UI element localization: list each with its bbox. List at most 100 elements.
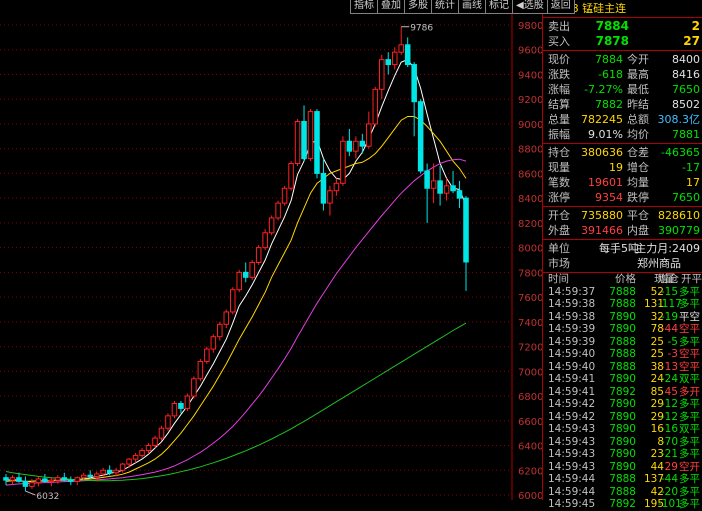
sell-price: 7884 (595, 19, 629, 33)
tick-header-cell: 时间 (548, 273, 569, 285)
tick-open-interest-change: -12 (660, 410, 678, 423)
tick-open-interest-change: -20 (660, 485, 678, 498)
tick-price: 7888 (609, 473, 636, 485)
tick-trade-type: 多平 (679, 410, 700, 423)
toolbar-button[interactable]: ◀选股 (512, 0, 548, 14)
tick-trade-type: 双平 (679, 373, 700, 385)
toolbar-button[interactable]: 统计 (431, 0, 459, 14)
stat-value: 9354 (595, 191, 623, 204)
stat-row: 涨跌 -618 最高 8416 (543, 67, 702, 82)
tick-trade-type: 多平 (679, 298, 700, 310)
position-stats: 持仓 380636 仓差 -46365 现量 19 增仓 -17 笔数 19601 均量 17 涨停 93… (543, 144, 702, 207)
tick-trade-type: 多平 (679, 448, 700, 460)
tick-open-interest-change: -5 (667, 335, 678, 348)
candle-body (281, 187, 288, 204)
candle-body (372, 88, 379, 125)
tick-time: 14:59:43 (548, 423, 596, 435)
stat-label: 涨跌 (548, 68, 570, 81)
tick-time: 14:59:40 (548, 360, 596, 373)
candle-body (3, 477, 9, 481)
tick-time: 14:59:39 (548, 335, 596, 348)
stat-value: 19 (609, 161, 623, 174)
buy-label: 买入 (548, 35, 570, 48)
stat-row: 总量 782245 总额 308.3亿 (543, 112, 702, 127)
candle-body (204, 348, 210, 362)
order-book: 卖出 7884 2 买入 7878 27 (543, 18, 702, 51)
candle-body (210, 336, 217, 350)
candle-body (22, 480, 29, 487)
tick-price: 7890 (609, 410, 636, 423)
price-axis-label: 6400 (518, 442, 542, 453)
stat-value: 391466 (581, 224, 623, 237)
toolbar-button[interactable]: 多股 (404, 0, 432, 14)
market-label: 市场 (548, 257, 570, 270)
candle-body (191, 378, 197, 397)
toolbar-button[interactable]: 标记 (485, 0, 513, 14)
tick-row: 14:59:39 7890 78 -44 空平 (543, 323, 702, 336)
price-axis-label: 8800 (518, 145, 542, 156)
stat-row: 开仓 735880 平仓 828610 (543, 208, 702, 223)
sell-qty: 2 (691, 19, 700, 33)
buy-price: 7878 (595, 34, 629, 48)
price-axis-label: 7200 (518, 343, 542, 354)
stat-value: 735880 (581, 209, 623, 222)
candle-body (74, 477, 81, 482)
price-axis-label: 9000 (518, 120, 542, 131)
tick-time: 14:59:43 (548, 435, 596, 448)
candle-body (171, 402, 178, 417)
stat-row: 持仓 380636 仓差 -46365 (543, 145, 702, 160)
tick-header-row: 时间 价格 现量 增仓 开平 (543, 273, 702, 286)
main-month: 主力月:2409 (635, 242, 700, 255)
toolbar-button[interactable]: 返回 (546, 0, 575, 14)
stat-value: -46365 (661, 146, 700, 159)
tick-time: 14:59:44 (548, 473, 596, 485)
stat-label: 总额 (627, 113, 649, 126)
tick-table: 时间 价格 现量 增仓 开平 14:59:37 7888 52 -15 多平 14:59:38 78… (543, 273, 702, 511)
price-axis-label: 8400 (518, 194, 542, 205)
toolbar-button[interactable]: 叠加 (377, 0, 405, 14)
stat-label: 内盘 (627, 224, 649, 237)
candle-body (93, 473, 100, 477)
tick-time: 14:59:41 (548, 373, 596, 385)
toolbar-button[interactable]: 指标 (350, 0, 378, 14)
price-axis-label: 8200 (518, 219, 542, 230)
price-axis-label: 7600 (518, 293, 542, 304)
tick-open-interest-change: 45 (664, 385, 678, 398)
tick-open-interest-change: -19 (660, 310, 678, 323)
candle-body (430, 180, 437, 189)
stat-row: 涨幅 -7.27% 最低 7650 (543, 82, 702, 97)
candle-body (242, 271, 249, 278)
candle-body (411, 64, 417, 103)
tick-time: 14:59:42 (548, 398, 596, 410)
tick-row: 14:59:38 7888 131 -117 多平 (543, 298, 702, 311)
candle-body (178, 402, 184, 409)
candle-body (223, 311, 230, 325)
tick-price: 7888 (609, 348, 636, 360)
stat-label: 仓差 (627, 146, 649, 159)
stat-label: 持仓 (548, 146, 570, 159)
price-axis-label: 9200 (518, 95, 542, 106)
tick-price: 7890 (609, 448, 636, 460)
tick-price: 7888 (609, 298, 636, 310)
stat-label: 增仓 (627, 161, 649, 174)
stat-value: -17 (682, 161, 700, 174)
tick-price: 7888 (609, 335, 636, 348)
price-axis-label: 6000 (518, 491, 542, 500)
stat-row: 结算 7882 昨结 8502 (543, 97, 702, 112)
stat-value: 8502 (672, 98, 700, 111)
kline-chart[interactable]: 9800 9600 9400 9200 9000 8800 8600 8400 8200 8000… (0, 0, 542, 500)
tick-trade-type: 多平 (679, 435, 700, 448)
stat-value: 308.3亿 (657, 113, 701, 126)
candle-body (333, 182, 340, 192)
tick-row: 14:59:39 7888 25 -5 多平 (543, 336, 702, 349)
price-axis-label: 8000 (518, 244, 542, 255)
toolbar-button[interactable]: 画线 (458, 0, 486, 14)
stat-label: 总量 (548, 113, 570, 126)
tick-time: 14:59:41 (548, 385, 596, 398)
candle-body (55, 477, 61, 481)
tick-row: 14:59:42 7890 29 -12 多平 (543, 398, 702, 411)
stat-label: 最低 (627, 83, 649, 96)
tick-list[interactable]: 14:59:37 7888 52 -15 多平 14:59:38 7888 131 -117 多平… (543, 286, 702, 511)
tick-time: 14:59:40 (548, 348, 596, 360)
candle-body (353, 140, 359, 152)
